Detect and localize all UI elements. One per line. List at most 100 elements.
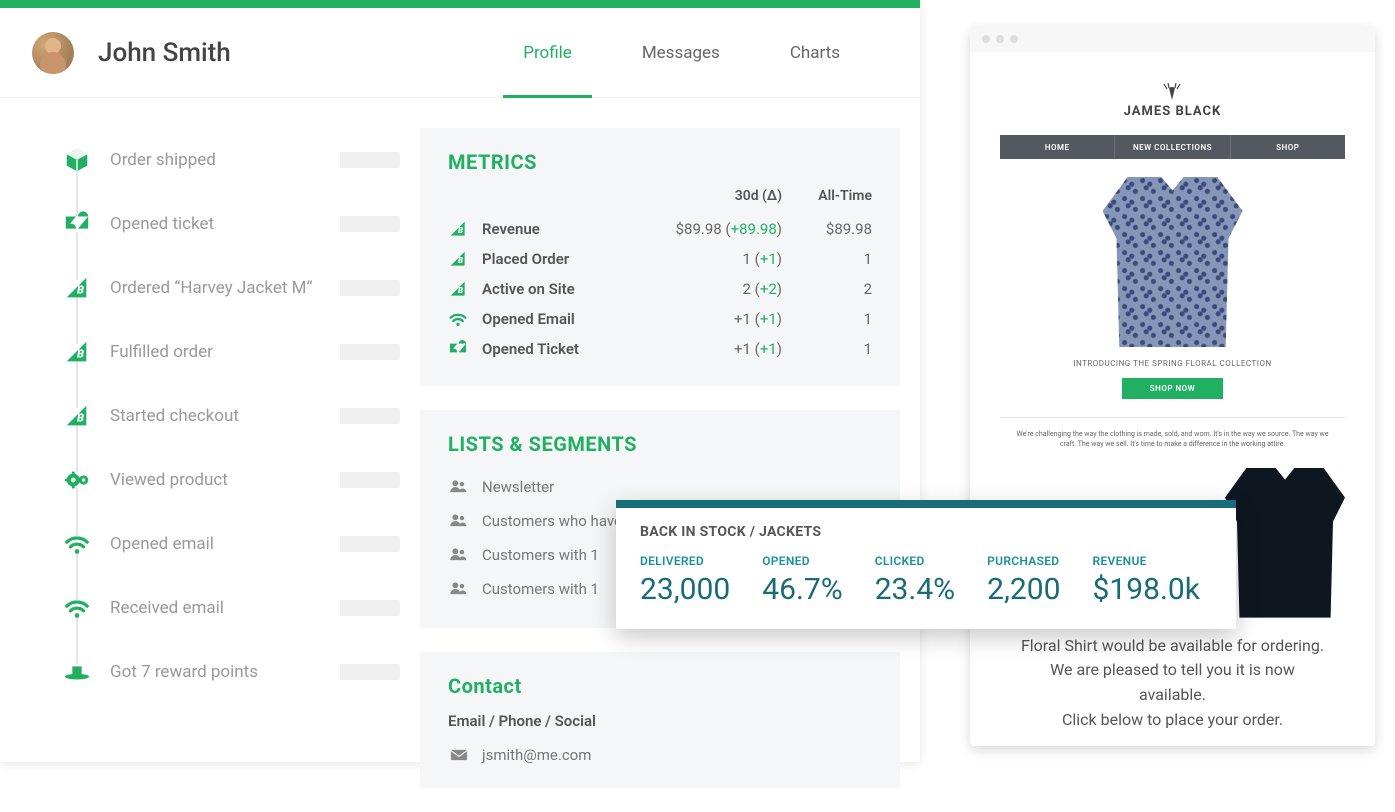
nav-new[interactable]: NEW COLLECTIONS: [1115, 135, 1230, 159]
stat-label: DELIVERED: [640, 554, 730, 568]
timeline-label: Received email: [110, 598, 340, 618]
wifi-icon: [448, 309, 482, 329]
stats-row: DELIVERED 23,000 OPENED 46.7% CLICKED 23…: [616, 548, 1236, 629]
list-item[interactable]: Newsletter: [448, 470, 872, 504]
cube-icon: [62, 145, 92, 175]
timeline-label: Viewed product: [110, 470, 340, 490]
stat-value: 23,000: [640, 572, 730, 607]
timeline-item[interactable]: Ordered “Harvey Jacket M”: [62, 256, 420, 320]
stat-label: OPENED: [762, 554, 842, 568]
metric-30d: 2 (+2): [632, 280, 782, 298]
metric-row: Opened Ticket +1 (+1) 1: [448, 334, 872, 364]
window-dot: [996, 35, 1004, 43]
divider: [1000, 417, 1345, 418]
lists-title: LISTS & SEGMENTS: [448, 432, 872, 456]
nav-shop[interactable]: SHOP: [1231, 135, 1345, 159]
stats-accent-bar: [616, 500, 1236, 508]
metric-label: Opened Email: [482, 310, 632, 328]
metric-alltime: 1: [782, 340, 872, 358]
timeline-timestamp-placeholder: [340, 600, 400, 616]
timeline-timestamp-placeholder: [340, 472, 400, 488]
metrics-panel: METRICS 30d (Δ) All-Time Revenue $89.98 …: [420, 128, 900, 386]
stat-label: PURCHASED: [987, 554, 1060, 568]
contact-email-row: jsmith@me.com: [448, 744, 872, 766]
intro-text: INTRODUCING THE SPRING FLORAL COLLECTION: [1073, 359, 1271, 368]
timeline-item[interactable]: Started checkout: [62, 384, 420, 448]
zendesk-icon: [62, 209, 92, 239]
brand-logo: JAMES BLACK: [1124, 82, 1222, 119]
activity-timeline: Order shipped Opened ticket Ordered “Har…: [0, 128, 420, 812]
mail-icon: [448, 744, 482, 766]
stats-title: BACK IN STOCK / JACKETS: [616, 508, 1236, 548]
nav-home[interactable]: HOME: [1000, 135, 1115, 159]
people-icon: [448, 510, 482, 532]
list-label: Customers with 1: [482, 580, 599, 598]
product-image-floral: [1103, 177, 1243, 347]
avatar[interactable]: [32, 32, 74, 74]
stat: DELIVERED 23,000: [640, 554, 730, 607]
wifi-icon: [62, 593, 92, 623]
timeline-item[interactable]: Fulfilled order: [62, 320, 420, 384]
metric-label: Revenue: [482, 220, 632, 238]
deer-icon: [1160, 82, 1184, 102]
timeline-item[interactable]: Viewed product: [62, 448, 420, 512]
profile-app: John Smith Profile Messages Charts Order…: [0, 0, 920, 762]
metric-alltime: 1: [782, 310, 872, 328]
people-icon: [448, 476, 482, 498]
timeline-label: Opened email: [110, 534, 340, 554]
hat-icon: [62, 657, 92, 687]
contact-email[interactable]: jsmith@me.com: [482, 746, 591, 764]
metric-label: Opened Ticket: [482, 340, 632, 358]
bigcommerce-icon: [62, 337, 92, 367]
window-chrome: [970, 26, 1375, 52]
shop-now-button[interactable]: SHOP NOW: [1122, 378, 1223, 399]
metric-label: Active on Site: [482, 280, 632, 298]
metric-alltime: 2: [782, 280, 872, 298]
timeline-item[interactable]: Received email: [62, 576, 420, 640]
top-accent-bar: [0, 0, 920, 8]
window-dot: [1010, 35, 1018, 43]
stat: OPENED 46.7%: [762, 554, 842, 607]
timeline-item[interactable]: Order shipped: [62, 128, 420, 192]
metric-row: Revenue $89.98 (+89.98) $89.98: [448, 214, 872, 244]
timeline-label: Started checkout: [110, 406, 340, 426]
timeline-label: Ordered “Harvey Jacket M”: [110, 278, 340, 298]
timeline-item[interactable]: Got 7 reward points: [62, 640, 420, 704]
contact-title: Contact: [448, 674, 872, 698]
metric-alltime: $89.98: [782, 220, 872, 238]
people-icon: [448, 544, 482, 566]
col-alltime: All-Time: [782, 188, 872, 204]
contact-subtitle: Email / Phone / Social: [448, 712, 872, 730]
metric-alltime: 1: [782, 250, 872, 268]
campaign-stats-card: BACK IN STOCK / JACKETS DELIVERED 23,000…: [616, 500, 1236, 629]
metrics-body: Revenue $89.98 (+89.98) $89.98 Placed Or…: [448, 214, 872, 364]
window-dot: [982, 35, 990, 43]
tagline: We're challenging the way the clothing i…: [1015, 430, 1330, 450]
timeline-label: Opened ticket: [110, 214, 340, 234]
bigcommerce-icon: [62, 401, 92, 431]
people-icon: [448, 578, 482, 600]
metric-30d: +1 (+1): [632, 340, 782, 358]
stat: CLICKED 23.4%: [875, 554, 955, 607]
tab-profile[interactable]: Profile: [523, 8, 572, 97]
stat-label: REVENUE: [1093, 554, 1200, 568]
wifi-icon: [62, 529, 92, 559]
stat-value: 23.4%: [875, 572, 955, 607]
timeline-timestamp-placeholder: [340, 152, 400, 168]
header: John Smith Profile Messages Charts: [0, 8, 920, 98]
tabs: Profile Messages Charts: [523, 8, 880, 97]
tab-charts[interactable]: Charts: [790, 8, 840, 97]
metric-row: Opened Email +1 (+1) 1: [448, 304, 872, 334]
stat-value: 46.7%: [762, 572, 842, 607]
brand-name: JAMES BLACK: [1124, 104, 1222, 119]
stat-value: 2,200: [987, 572, 1060, 607]
timeline-item[interactable]: Opened email: [62, 512, 420, 576]
timeline-label: Fulfilled order: [110, 342, 340, 362]
stat-label: CLICKED: [875, 554, 955, 568]
metric-30d: 1 (+1): [632, 250, 782, 268]
page-title: John Smith: [98, 38, 231, 68]
bigcommerce-icon: [448, 219, 482, 239]
timeline-item[interactable]: Opened ticket: [62, 192, 420, 256]
list-label: Newsletter: [482, 478, 554, 496]
tab-messages[interactable]: Messages: [642, 8, 720, 97]
